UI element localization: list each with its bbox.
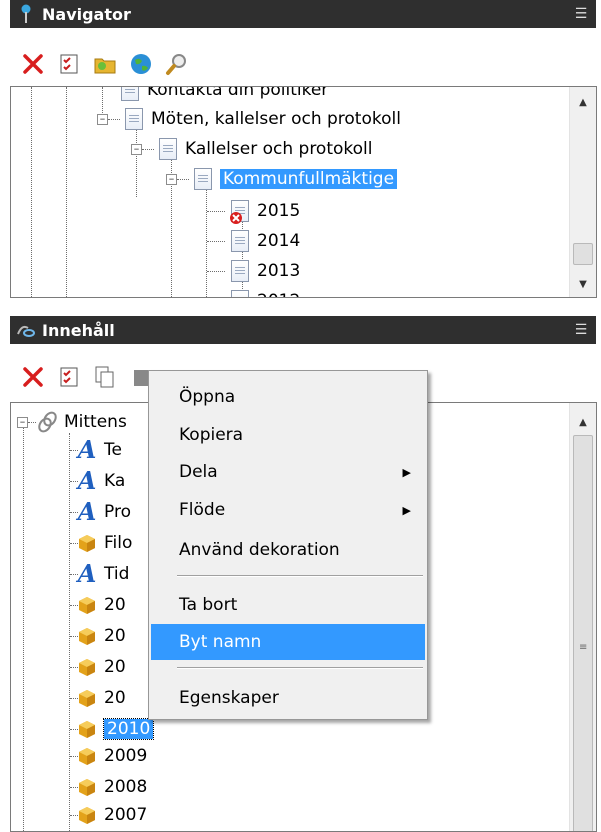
menu-item-rename[interactable]: Byt namn [151, 624, 425, 660]
tree-node[interactable]: 2007 [76, 800, 147, 830]
delete-icon[interactable] [20, 51, 46, 77]
menu-separator [177, 667, 423, 669]
panel-menu-icon[interactable]: ☰ [570, 3, 592, 25]
tree-node[interactable]: Möten, kallelser och protokoll [123, 104, 401, 134]
tree-node[interactable]: 2013 [229, 256, 300, 286]
expand-toggle[interactable]: – [17, 416, 28, 428]
pin-icon [16, 4, 36, 24]
panel-menu-icon[interactable]: ☰ [570, 319, 592, 341]
tree-node[interactable]: A Te [76, 435, 122, 465]
search-icon[interactable] [164, 51, 190, 77]
cube-icon [76, 624, 98, 648]
folder-icon[interactable] [92, 51, 118, 77]
link-icon [36, 410, 58, 434]
cube-icon [76, 531, 98, 555]
navigator-toolbar [10, 44, 596, 84]
menu-separator [177, 575, 423, 577]
tree-node[interactable]: 2008 [76, 772, 147, 802]
tree-node[interactable]: 20 [76, 652, 126, 682]
delete-icon[interactable] [20, 364, 46, 390]
tree-node[interactable]: 2015 [229, 196, 300, 226]
tree-node[interactable]: A Pro [76, 497, 131, 527]
text-icon: A [77, 559, 97, 588]
tree-node[interactable]: 2010 [76, 714, 155, 744]
document-error-icon [229, 199, 251, 224]
menu-item-properties[interactable]: Egenskaper [151, 680, 425, 716]
menu-item-share[interactable]: Dela ▶ [151, 454, 425, 490]
document-icon [119, 87, 141, 102]
navigator-tree: Kontakta din politiker – Möten, kallelse… [10, 86, 597, 298]
navigator-scrollbar[interactable]: ▲ ▼ [569, 87, 596, 297]
content-scrollbar[interactable]: ▲ ≡ [569, 403, 596, 831]
tree-node[interactable]: 2014 [229, 226, 300, 256]
menu-item-copy[interactable]: Kopiera [151, 417, 425, 453]
tree-node[interactable]: 20 [76, 683, 126, 713]
text-icon: A [77, 435, 97, 464]
cube-icon [76, 775, 98, 799]
scroll-down-icon[interactable]: ▼ [570, 273, 596, 295]
expand-toggle[interactable]: – [131, 143, 142, 155]
cube-icon [76, 593, 98, 617]
tree-node[interactable]: A Ka [76, 466, 126, 496]
menu-item-use-decoration[interactable]: Använd dekoration [151, 532, 425, 568]
submenu-arrow-icon: ▶ [402, 465, 411, 479]
globe-icon[interactable] [128, 51, 154, 77]
document-icon [229, 259, 251, 283]
cube-icon [76, 655, 98, 679]
tree-node[interactable]: 2009 [76, 741, 147, 771]
menu-item-open[interactable]: Öppna [151, 379, 425, 415]
text-icon: A [77, 466, 97, 495]
checklist-icon[interactable] [56, 364, 82, 390]
tree-node[interactable]: Kommunfullmäktige [192, 164, 398, 194]
document-icon [192, 167, 214, 191]
cube-icon [76, 686, 98, 710]
context-menu: Öppna Kopiera Dela ▶ Flöde ▶ Använd deko… [148, 370, 428, 720]
scroll-up-icon[interactable]: ▲ [570, 91, 596, 113]
text-icon: A [77, 497, 97, 526]
content-title: Innehåll [42, 320, 115, 340]
scroll-thumb[interactable]: ≡ [573, 435, 593, 831]
document-icon [123, 107, 145, 131]
checklist-icon[interactable] [56, 51, 82, 77]
tree-node[interactable]: Kallelser och protokoll [157, 134, 373, 164]
cube-icon [76, 744, 98, 768]
scroll-up-icon[interactable]: ▲ [570, 411, 596, 433]
menu-item-flow[interactable]: Flöde ▶ [151, 492, 425, 528]
menu-item-delete[interactable]: Ta bort [151, 587, 425, 623]
tree-node[interactable]: 20 [76, 590, 126, 620]
cube-icon [76, 803, 98, 827]
tree-node[interactable]: A Tid [76, 559, 130, 589]
navigator-title: Navigator [42, 4, 131, 24]
scroll-thumb[interactable] [573, 243, 593, 265]
expand-toggle[interactable]: – [97, 113, 108, 125]
cube-icon [76, 717, 98, 741]
document-icon [229, 229, 251, 253]
submenu-arrow-icon: ▶ [402, 503, 411, 517]
tree-node[interactable]: 2012 [229, 286, 300, 297]
document-icon [157, 137, 179, 161]
content-panel-icon [16, 320, 36, 340]
tree-node[interactable]: Filo [76, 528, 132, 558]
expand-toggle[interactable]: – [166, 173, 177, 185]
document-icon [229, 289, 251, 297]
content-header: Innehåll ☰ [10, 316, 596, 344]
copy-icon[interactable] [92, 364, 118, 390]
tree-node[interactable]: Mittens [36, 407, 127, 437]
navigator-header: Navigator ☰ [10, 0, 596, 28]
tree-node[interactable]: 20 [76, 621, 126, 651]
tree-node[interactable]: Kontakta din politiker [119, 87, 328, 105]
